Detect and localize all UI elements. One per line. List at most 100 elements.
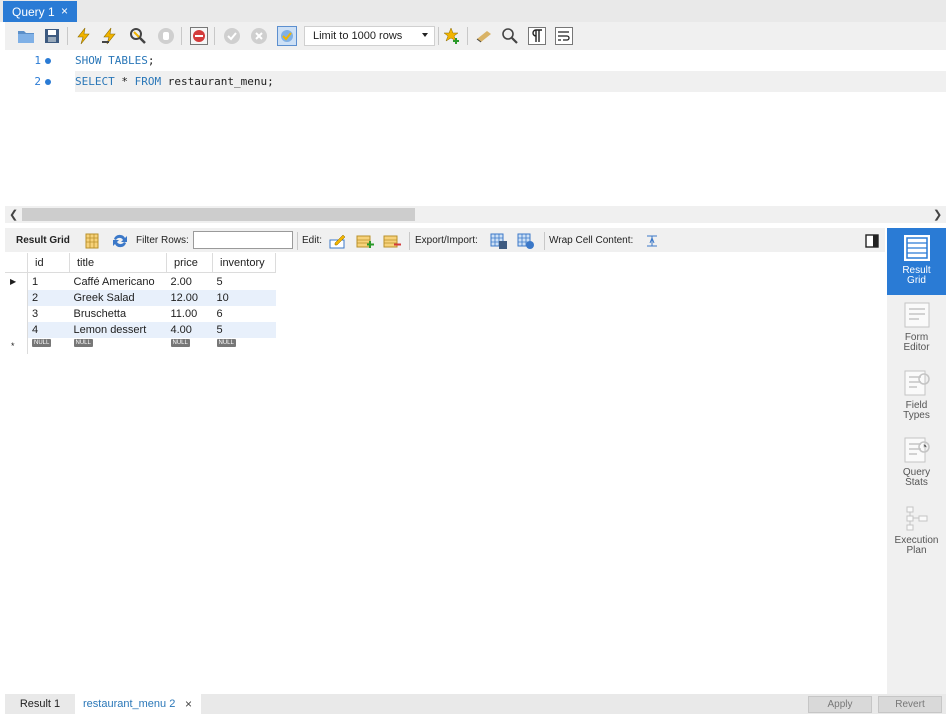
table-cell[interactable]: 6 bbox=[213, 306, 276, 322]
grid-layout-icon[interactable] bbox=[83, 232, 101, 250]
import-icon[interactable] bbox=[517, 232, 535, 250]
table-row[interactable]: 4 Lemon dessert 4.00 5 bbox=[5, 322, 276, 338]
export-icon[interactable] bbox=[490, 232, 508, 250]
find-icon[interactable] bbox=[501, 27, 519, 45]
execute-icon[interactable] bbox=[75, 27, 93, 45]
tab-restaurant-menu-2[interactable]: restaurant_menu 2 × bbox=[75, 694, 201, 714]
table-cell[interactable]: Caffé Americano bbox=[70, 273, 167, 291]
side-panel-label: Form Editor bbox=[903, 332, 930, 353]
save-icon[interactable] bbox=[43, 27, 61, 45]
table-header-row: id title price inventory bbox=[5, 253, 276, 273]
code-token: * bbox=[114, 75, 135, 88]
close-query-tab-icon[interactable]: × bbox=[61, 4, 68, 18]
table-cell[interactable]: 4.00 bbox=[166, 322, 213, 338]
column-header-id[interactable]: id bbox=[27, 253, 70, 273]
result-toolbar: Result Grid Filter Rows: Edit: Export/Im… bbox=[5, 228, 885, 252]
table-cell[interactable]: 10 bbox=[212, 290, 276, 306]
row-selector[interactable]: ▶ bbox=[5, 272, 28, 290]
add-row-icon[interactable] bbox=[356, 232, 374, 250]
table-row[interactable]: ▶ 1 Caffé Americano 2.00 5 bbox=[5, 272, 276, 291]
null-badge: NULL bbox=[32, 339, 52, 347]
refresh-icon[interactable] bbox=[111, 232, 129, 250]
table-cell[interactable]: NULL bbox=[28, 338, 70, 354]
row-selector[interactable] bbox=[5, 322, 28, 338]
code-token: ; bbox=[147, 54, 155, 67]
table-row[interactable]: 3 Bruschetta 11.00 6 bbox=[5, 306, 276, 322]
wrap-cell-content-label: Wrap Cell Content: bbox=[549, 235, 634, 246]
scroll-left-icon[interactable]: ❮ bbox=[9, 208, 18, 221]
table-cell[interactable]: Bruschetta bbox=[70, 306, 167, 322]
rollback-icon[interactable] bbox=[250, 27, 268, 45]
result-side-panel: Result Grid Form Editor Field Types Quer… bbox=[887, 228, 946, 694]
side-panel-result-grid[interactable]: Result Grid bbox=[887, 228, 946, 295]
result-table: id title price inventory ▶ 1 Caffé Ameri… bbox=[5, 253, 276, 354]
apply-button[interactable]: Apply bbox=[808, 696, 872, 713]
table-cell[interactable]: 12.00 bbox=[166, 290, 213, 306]
table-row[interactable]: 2 Greek Salad 12.00 10 bbox=[5, 290, 276, 306]
toggle-side-panel-icon[interactable] bbox=[863, 232, 881, 250]
new-row[interactable]: * NULL NULL NULL NULL bbox=[5, 338, 276, 354]
open-folder-icon[interactable] bbox=[17, 27, 35, 45]
invisible-chars-icon[interactable] bbox=[528, 27, 546, 45]
sql-editor[interactable]: 1 SHOW TABLES; 2 SELECT * FROM restauran… bbox=[5, 50, 946, 206]
editor-horizontal-scrollbar[interactable]: ❮ ❯ bbox=[5, 206, 946, 223]
row-selector[interactable]: * bbox=[5, 338, 28, 354]
table-cell[interactable]: 3 bbox=[28, 306, 70, 322]
table-cell[interactable]: 4 bbox=[27, 322, 70, 338]
row-selector[interactable] bbox=[5, 290, 28, 306]
table-cell[interactable]: 1 bbox=[28, 273, 70, 291]
limit-rows-select[interactable]: Limit to 1000 rows bbox=[304, 26, 435, 46]
table-cell[interactable]: 2 bbox=[27, 290, 70, 306]
table-cell[interactable]: 2.00 bbox=[167, 273, 213, 291]
explain-icon[interactable] bbox=[129, 27, 147, 45]
execute-current-icon[interactable] bbox=[101, 27, 119, 45]
query-tab[interactable]: Query 1 × bbox=[3, 1, 77, 22]
favorite-add-icon[interactable] bbox=[443, 27, 461, 45]
current-row-icon: ▶ bbox=[10, 277, 17, 286]
toggle-error-icon[interactable] bbox=[190, 27, 208, 45]
table-cell[interactable]: Greek Salad bbox=[69, 290, 167, 306]
wrap-icon[interactable] bbox=[555, 27, 573, 45]
revert-button[interactable]: Revert bbox=[878, 696, 942, 713]
close-tab-icon[interactable]: × bbox=[185, 694, 192, 714]
keyword-token: SELECT bbox=[75, 75, 115, 88]
code-line-2[interactable]: SELECT * FROM restaurant_menu; bbox=[75, 72, 274, 92]
tab-result-1[interactable]: Result 1 bbox=[5, 694, 75, 714]
stop-icon[interactable] bbox=[157, 27, 175, 45]
query-tab-strip: Query 1 × bbox=[0, 0, 946, 22]
table-cell[interactable]: Lemon dessert bbox=[69, 322, 167, 338]
row-selector[interactable] bbox=[5, 306, 28, 322]
beautify-icon[interactable] bbox=[475, 27, 493, 45]
result-grid[interactable]: id title price inventory ▶ 1 Caffé Ameri… bbox=[5, 253, 885, 693]
table-cell[interactable]: 5 bbox=[213, 273, 276, 291]
limit-rows-value: Limit to 1000 rows bbox=[313, 30, 403, 42]
code-line-1[interactable]: SHOW TABLES; bbox=[75, 51, 154, 71]
autocommit-icon[interactable] bbox=[277, 26, 297, 46]
scrollbar-thumb[interactable] bbox=[22, 208, 415, 221]
edit-row-icon[interactable] bbox=[329, 232, 347, 250]
column-header-inventory[interactable]: inventory bbox=[212, 253, 276, 273]
delete-row-icon[interactable] bbox=[383, 232, 401, 250]
table-cell[interactable]: 5 bbox=[212, 322, 276, 338]
wrap-cell-icon[interactable] bbox=[643, 232, 661, 250]
line-number: 2 bbox=[34, 75, 41, 88]
export-import-label: Export/Import: bbox=[415, 235, 478, 246]
scroll-right-icon[interactable]: ❯ bbox=[933, 208, 942, 221]
row-selector-header[interactable] bbox=[5, 253, 28, 273]
column-header-title[interactable]: title bbox=[69, 253, 167, 273]
side-panel-query-stats[interactable]: Query Stats bbox=[887, 430, 946, 497]
side-panel-form-editor[interactable]: Form Editor bbox=[887, 295, 946, 362]
code-token: restaurant_menu; bbox=[161, 75, 274, 88]
commit-icon[interactable] bbox=[223, 27, 241, 45]
filter-rows-input[interactable] bbox=[193, 231, 293, 249]
table-cell[interactable]: NULL bbox=[213, 338, 276, 354]
table-cell[interactable]: NULL bbox=[70, 338, 167, 354]
table-cell[interactable]: 11.00 bbox=[167, 306, 213, 322]
column-header-price[interactable]: price bbox=[166, 253, 213, 273]
side-panel-execution-plan[interactable]: Execution Plan bbox=[887, 498, 946, 565]
table-cell[interactable]: NULL bbox=[167, 338, 213, 354]
side-panel-label: Field Types bbox=[903, 400, 930, 421]
result-tabs-bar: Result 1 restaurant_menu 2 × Apply Rever… bbox=[5, 694, 946, 714]
side-panel-field-types[interactable]: Field Types bbox=[887, 363, 946, 430]
keyword-token: FROM bbox=[134, 75, 162, 88]
